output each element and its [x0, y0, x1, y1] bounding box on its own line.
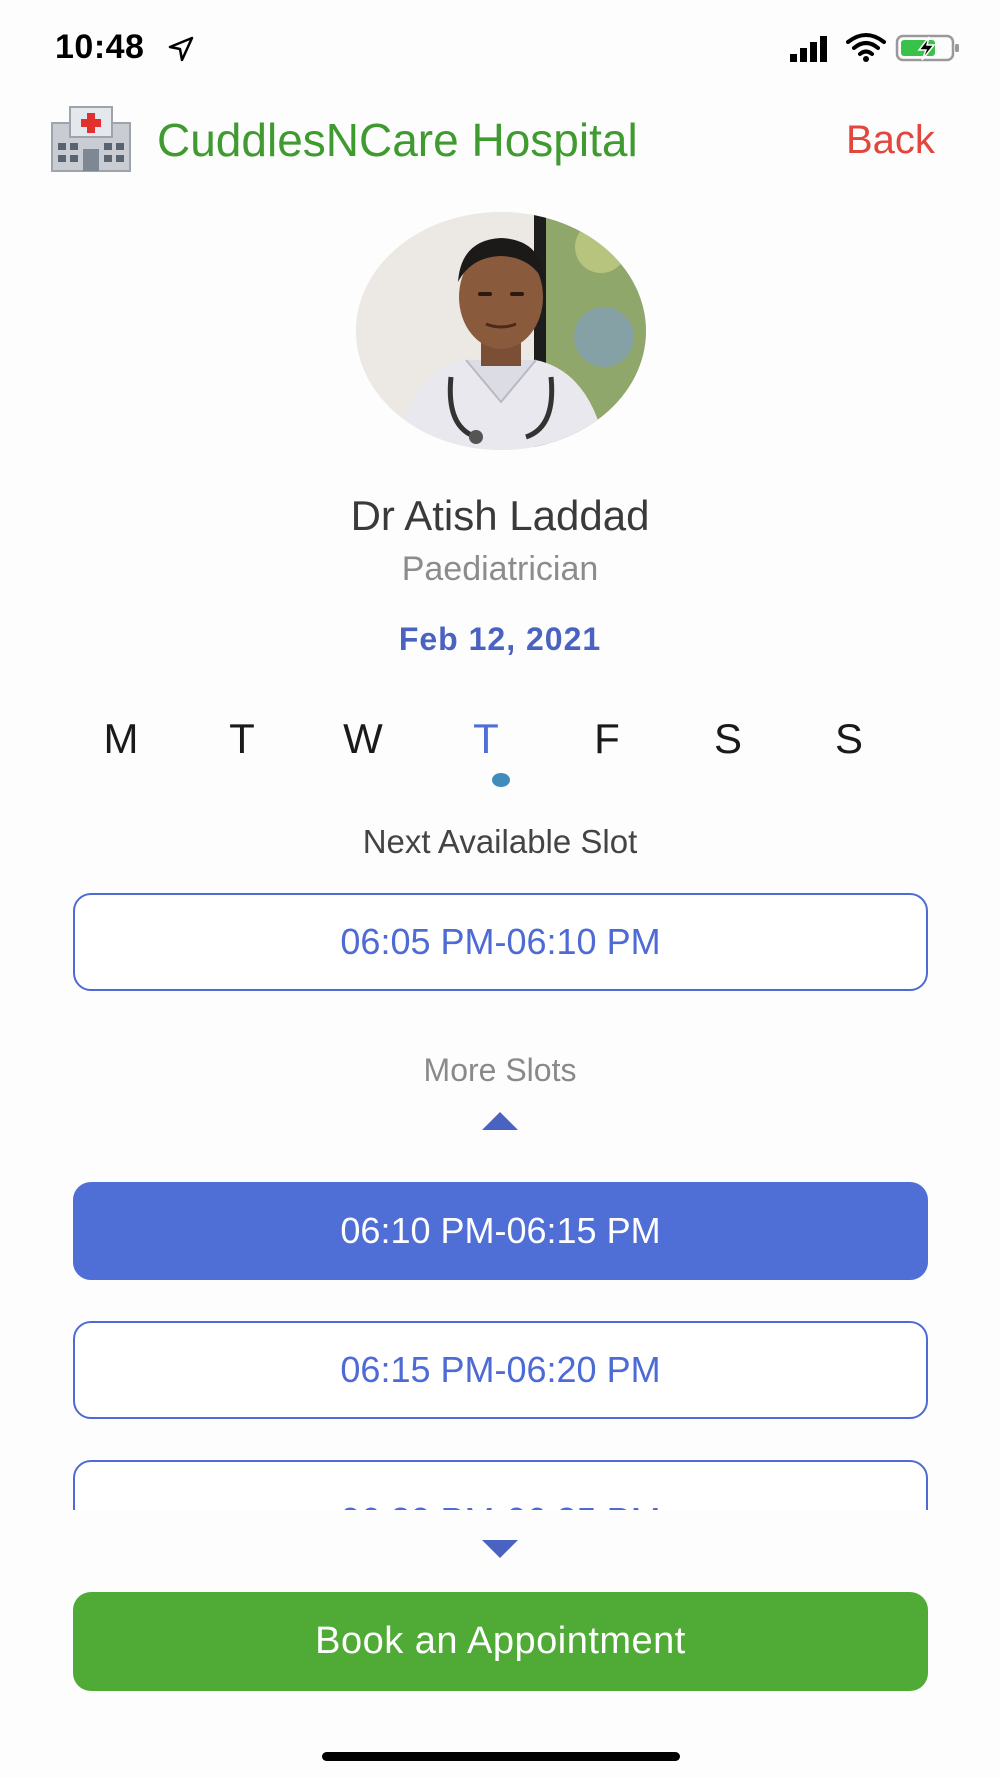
hospital-building-icon [51, 106, 131, 172]
day-saturday[interactable]: S [683, 715, 773, 763]
location-arrow-icon [168, 36, 194, 62]
selected-date: Feb 12, 2021 [398, 621, 602, 657]
day-monday[interactable]: M [76, 715, 166, 763]
day-thursday[interactable]: T [441, 715, 531, 763]
day-friday[interactable]: F [562, 715, 652, 763]
doctor-speciality: Paediatrician [401, 550, 599, 588]
next-available-slot[interactable]: 06:05 PM-06:10 PM [73, 893, 928, 991]
status-bar: 10:48 [0, 0, 1000, 100]
doctor-name: Dr Atish Laddad [350, 492, 650, 539]
doctor-photo [356, 212, 646, 450]
home-indicator[interactable] [322, 1752, 680, 1761]
status-time: 10:48 [55, 28, 145, 66]
day-sunday[interactable]: S [804, 715, 894, 763]
doctor-avatar [356, 212, 646, 450]
more-slots-list[interactable]: 06:10 PM-06:15 PM 06:15 PM-06:20 PM 06:2… [0, 1170, 1000, 1510]
slot-item[interactable]: 06:20 PM-06:25 PM [73, 1460, 928, 1510]
hospital-name: CuddlesNCare Hospital [157, 114, 638, 166]
wifi-icon [846, 33, 886, 62]
signal-icon [790, 36, 827, 62]
slot-item-selected[interactable]: 06:10 PM-06:15 PM [73, 1182, 928, 1280]
next-available-label: Next Available Slot [362, 823, 638, 860]
scroll-up-icon[interactable] [482, 1112, 518, 1130]
back-button[interactable]: Back [846, 118, 935, 163]
more-slots-label: More Slots [423, 1052, 577, 1088]
day-tuesday[interactable]: T [197, 715, 287, 763]
book-appointment-button[interactable]: Book an Appointment [73, 1592, 928, 1691]
selected-day-indicator [492, 773, 510, 787]
battery-charging-icon [895, 34, 959, 62]
day-wednesday[interactable]: W [318, 715, 408, 763]
scroll-down-icon[interactable] [482, 1540, 518, 1558]
slot-item[interactable]: 06:15 PM-06:20 PM [73, 1321, 928, 1419]
